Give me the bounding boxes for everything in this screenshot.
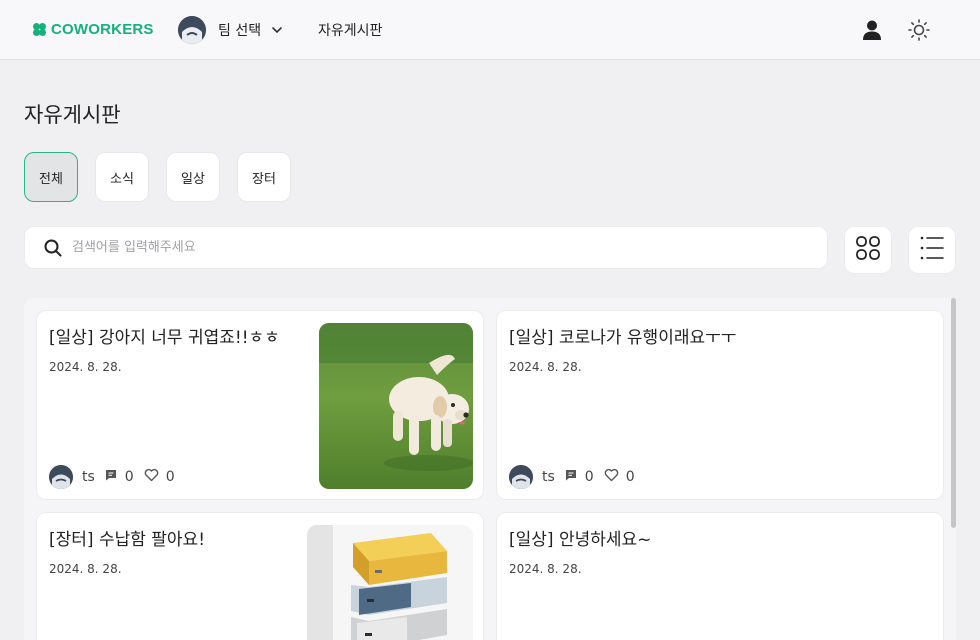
- post-meta: ts 0 0: [509, 465, 645, 489]
- post-card[interactable]: [일상] 코로나가 유행이래요ㅜㅜ 2024. 8. 28. ts 0 0: [496, 310, 944, 500]
- post-title: [일상] 안녕하세요~: [509, 530, 652, 550]
- chevron-down-icon: [271, 21, 283, 40]
- like-count: 0: [165, 469, 175, 485]
- filter-market[interactable]: 장터: [237, 152, 291, 202]
- post-card[interactable]: [장터] 수납함 팔아요! 2024. 8. 28.: [36, 512, 484, 640]
- post-grid: [일상] 강아지 너무 귀엽죠!!ㅎㅎ 2024. 8. 28. ts 0 0: [24, 298, 956, 640]
- grid-icon: [855, 235, 881, 265]
- category-filters: 전체 소식 일상 장터: [24, 152, 291, 202]
- grid-view-button[interactable]: [844, 226, 892, 274]
- list-view-button[interactable]: [908, 226, 956, 274]
- post-title: [장터] 수납함 팔아요!: [49, 530, 206, 550]
- author-name: ts: [542, 469, 555, 485]
- logo[interactable]: COWORKERS: [33, 21, 154, 38]
- comment-icon: [564, 468, 578, 486]
- filter-news[interactable]: 소식: [95, 152, 149, 202]
- team-select[interactable]: 팀 선택: [178, 16, 283, 44]
- post-meta: ts 0 0: [49, 465, 185, 489]
- heart-icon[interactable]: [604, 468, 619, 486]
- search-icon: [43, 238, 63, 258]
- filter-all[interactable]: 전체: [24, 152, 78, 202]
- post-card[interactable]: [일상] 강아지 너무 귀엽죠!!ㅎㅎ 2024. 8. 28. ts 0 0: [36, 310, 484, 500]
- post-thumbnail-puppy: [319, 323, 473, 489]
- post-title: [일상] 강아지 너무 귀엽죠!!ㅎㅎ: [49, 328, 280, 348]
- filter-daily[interactable]: 일상: [166, 152, 220, 202]
- post-title: [일상] 코로나가 유행이래요ㅜㅜ: [509, 328, 737, 348]
- page-title: 자유게시판: [24, 103, 121, 127]
- post-date: 2024. 8. 28.: [49, 562, 122, 576]
- like-count: 0: [625, 469, 635, 485]
- nav-free-board[interactable]: 자유게시판: [318, 20, 382, 40]
- comment-count: 0: [124, 469, 134, 485]
- heart-icon[interactable]: [144, 468, 159, 486]
- user-icon[interactable]: [860, 18, 884, 42]
- search-bar: [24, 226, 828, 269]
- author-avatar: [49, 465, 73, 489]
- comment-count: 0: [584, 469, 594, 485]
- clover-icon: [33, 23, 46, 36]
- post-date: 2024. 8. 28.: [509, 562, 582, 576]
- sun-icon[interactable]: [907, 18, 931, 42]
- team-select-label: 팀 선택: [218, 23, 262, 39]
- logo-text: COWORKERS: [51, 21, 154, 38]
- post-card[interactable]: [일상] 안녕하세요~ 2024. 8. 28.: [496, 512, 944, 640]
- post-date: 2024. 8. 28.: [509, 360, 582, 374]
- author-name: ts: [82, 469, 95, 485]
- scrollbar[interactable]: [951, 298, 956, 528]
- top-header: COWORKERS 팀 선택 자유게시판: [0, 0, 980, 60]
- list-icon: [919, 235, 945, 265]
- author-avatar: [509, 465, 533, 489]
- post-thumbnail-drawer: [307, 525, 473, 640]
- team-avatar: [178, 16, 206, 44]
- post-date: 2024. 8. 28.: [49, 360, 122, 374]
- comment-icon: [104, 468, 118, 486]
- search-input[interactable]: [72, 240, 772, 255]
